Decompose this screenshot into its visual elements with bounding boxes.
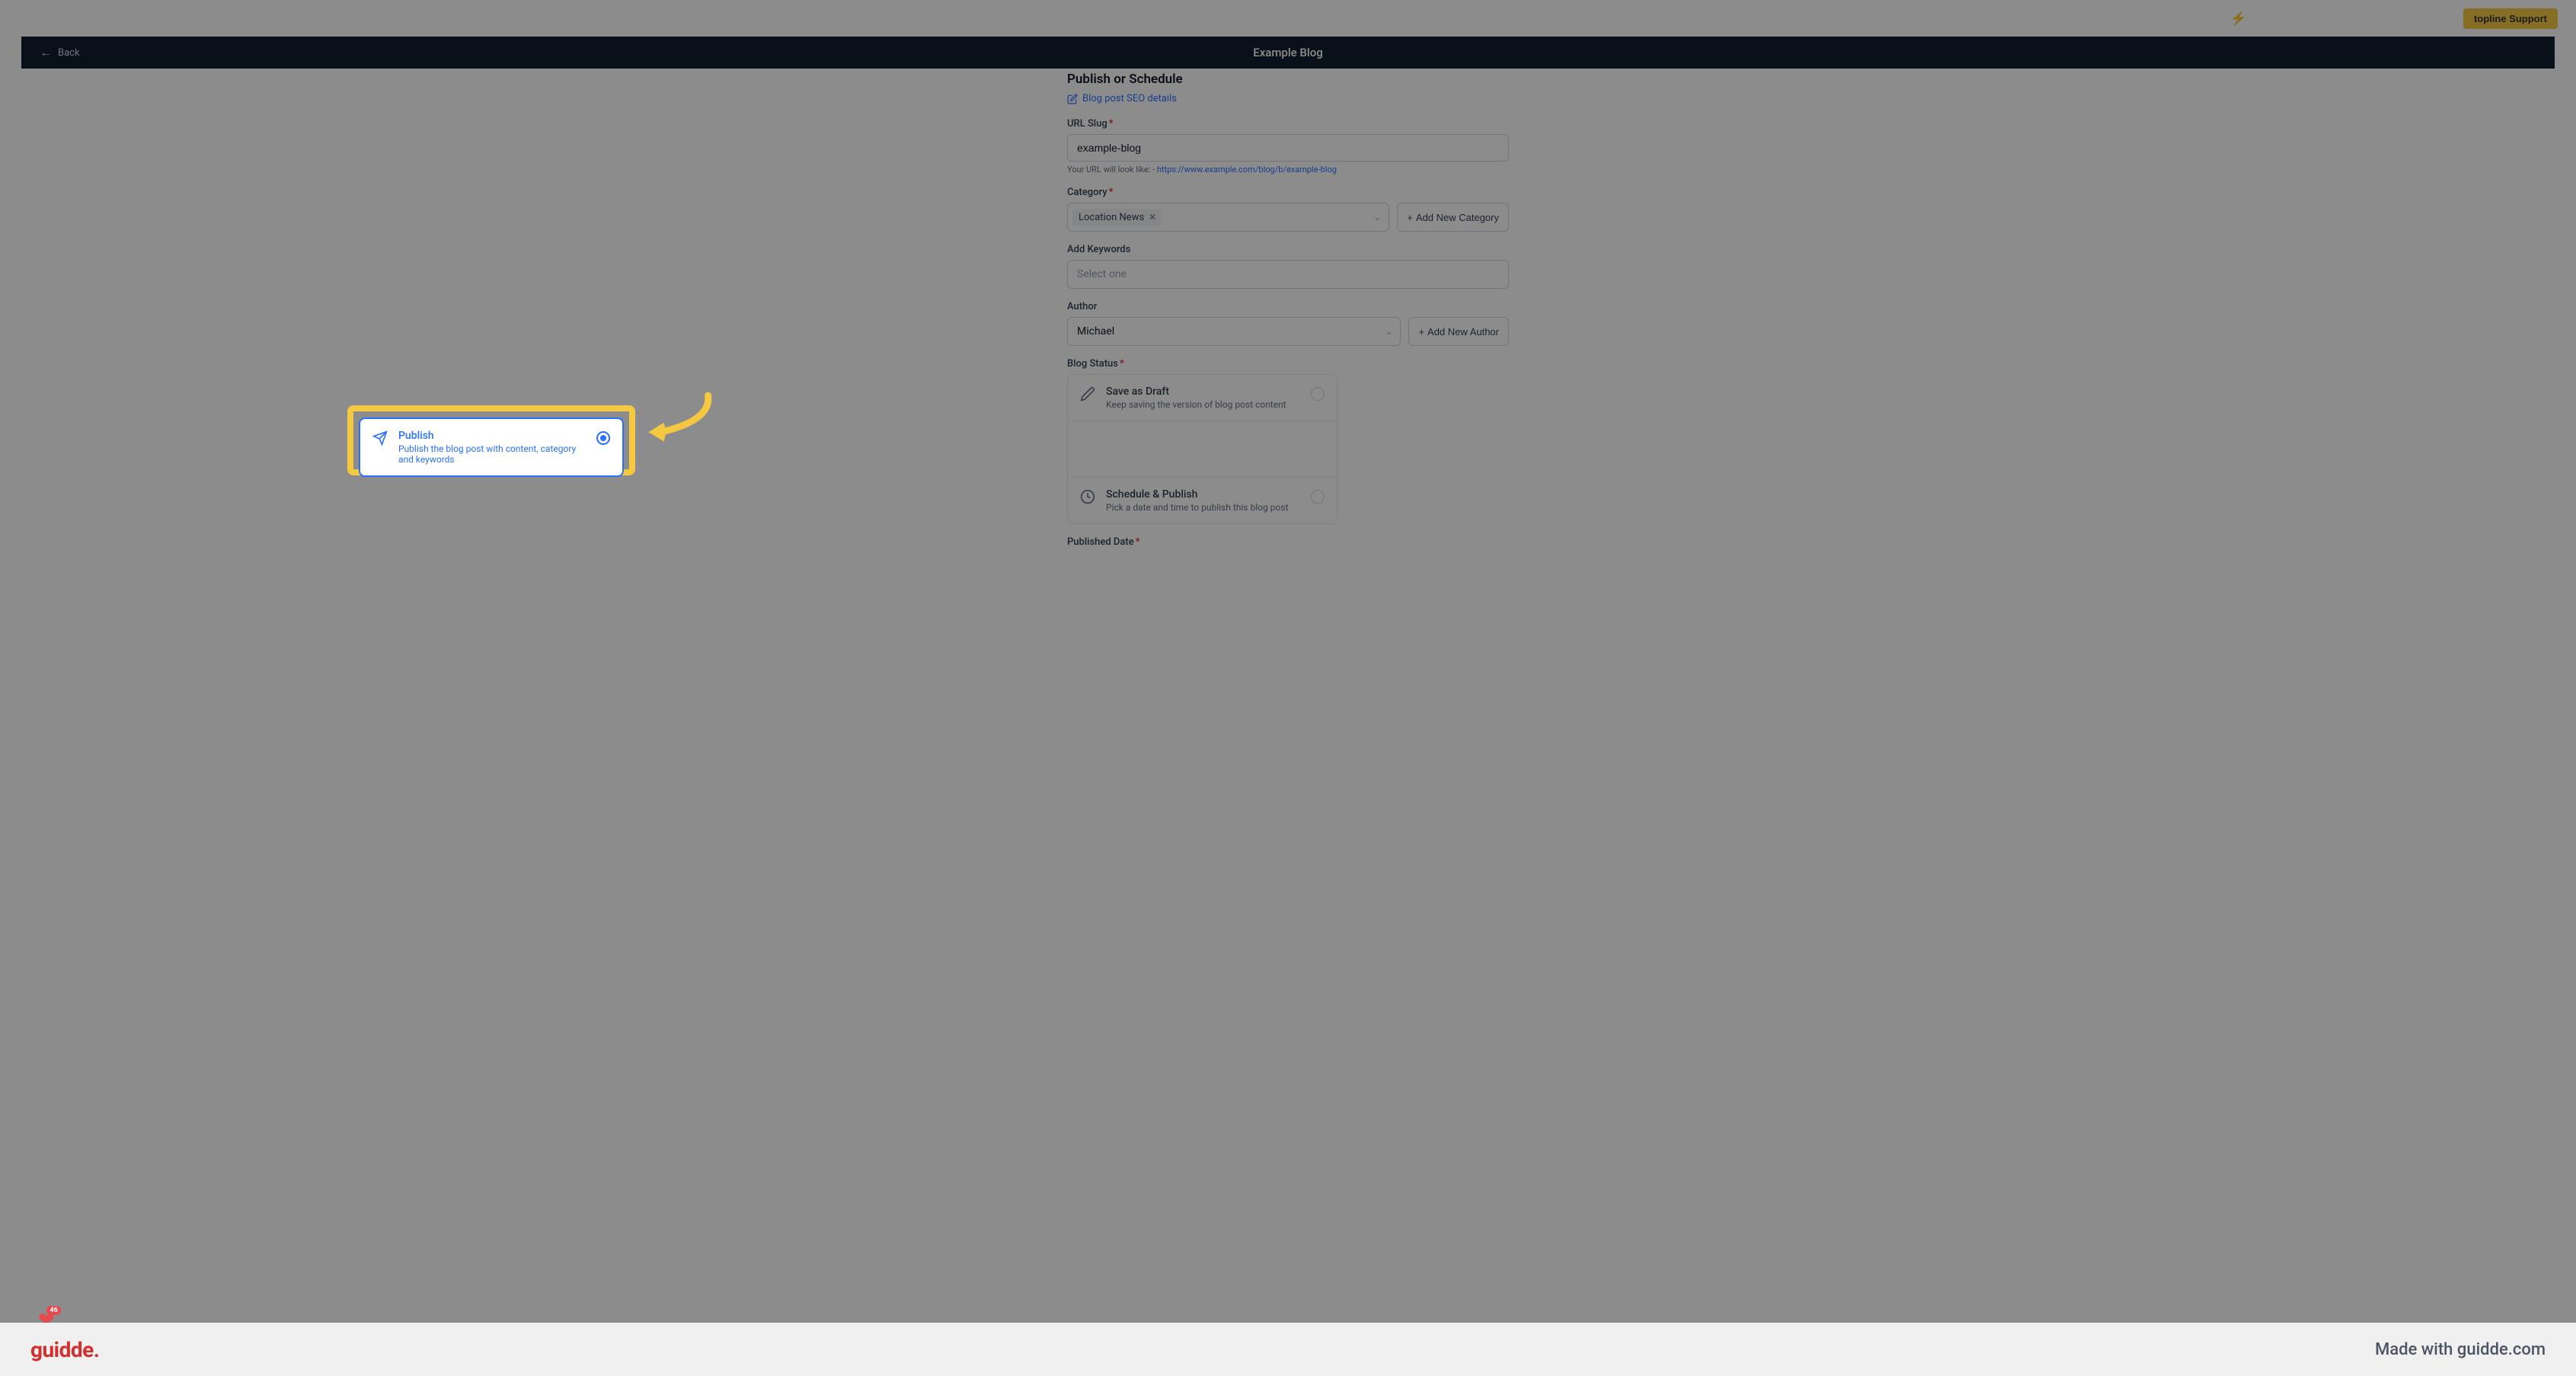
keywords-select[interactable]: Select one [1067,260,1509,289]
chevron-down-icon: ⌄ [1385,326,1392,337]
plus-icon: + [1418,326,1424,338]
arrow-annotation [635,390,727,451]
status-option-publish[interactable]: Publish Publish the blog post with conte… [359,418,624,477]
support-button[interactable]: topline Support [2463,8,2558,29]
pencil-icon [1080,386,1095,402]
status-option-draft[interactable]: Save as Draft Keep saving the version of… [1068,375,1337,421]
status-label: Blog Status* [1067,358,1509,370]
page-title: Example Blog [1253,46,1323,59]
schedule-title: Schedule & Publish [1106,488,1300,501]
author-select[interactable]: Michael ⌄ [1067,317,1401,346]
guidde-logo: guidde. [30,1337,99,1362]
publish-title: Publish [398,430,586,442]
seo-details-link[interactable]: Blog post SEO details [1067,93,1509,104]
pencil-icon [1067,94,1078,104]
seo-link-text: Blog post SEO details [1082,93,1177,104]
keywords-label: Add Keywords [1067,244,1509,255]
footer-bar: guidde. Made with guidde.com [0,1323,2576,1376]
category-select[interactable]: Location News ✕ ⌄ [1067,203,1389,232]
send-icon [372,430,388,446]
schedule-desc: Pick a date and time to publish this blo… [1106,502,1300,513]
section-title: Publish or Schedule [1067,72,1509,87]
url-slug-label: URL Slug* [1067,118,1509,130]
back-label: Back [58,47,80,59]
publish-desc: Publish the blog post with content, cate… [398,443,586,465]
plus-icon: + [1407,212,1413,223]
header-bar: ← Back Example Blog [21,37,2555,69]
author-value: Michael [1072,325,1114,338]
author-label: Author [1067,301,1509,312]
status-option-schedule[interactable]: Schedule & Publish Pick a date and time … [1068,478,1337,523]
keywords-placeholder: Select one [1072,268,1127,280]
lightning-icon: ⚡ [2230,11,2247,27]
chevron-down-icon: ⌄ [1373,212,1381,222]
add-category-button[interactable]: + Add New Category [1397,203,1509,232]
radio-unchecked [1311,490,1325,504]
tag-remove-icon[interactable]: ✕ [1149,212,1156,222]
published-date-label: Published Date* [1067,536,1509,548]
add-author-button[interactable]: + Add New Author [1408,317,1509,346]
url-hint: Your URL will look like: - https://www.e… [1067,165,1509,174]
clock-icon [1080,489,1095,504]
draft-desc: Keep saving the version of blog post con… [1106,399,1300,410]
arrow-left-icon: ← [40,45,52,60]
heart-count: 46 [46,1306,60,1315]
url-slug-input[interactable] [1067,134,1509,162]
draft-title: Save as Draft [1106,386,1300,398]
category-label: Category* [1067,187,1509,198]
made-with-text: Made with guidde.com [2375,1340,2546,1359]
radio-unchecked [1311,387,1325,401]
back-button[interactable]: ← Back [40,45,80,60]
radio-checked [596,431,610,445]
category-tag: Location News ✕ [1072,209,1162,226]
